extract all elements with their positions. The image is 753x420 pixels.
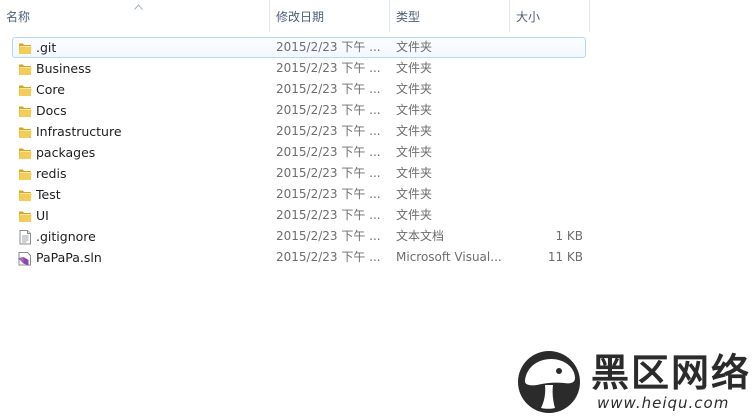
file-name: Core (36, 82, 65, 97)
file-name: .gitignore (36, 229, 96, 244)
visual-studio-solution-icon (17, 250, 33, 266)
file-name: .git (36, 40, 57, 55)
file-type: 文件夹 (396, 208, 433, 222)
file-row[interactable]: Docs 2015/2/23 下午 ... 文件夹 (12, 100, 586, 121)
file-type: 文本文档 (396, 229, 445, 243)
folder-icon (17, 82, 33, 98)
file-name: PaPaPa.sln (36, 250, 102, 265)
file-row[interactable]: Test 2015/2/23 下午 ... 文件夹 (12, 184, 586, 205)
file-name: Infrastructure (36, 124, 122, 139)
file-size: 11 KB (547, 250, 583, 264)
column-header-type[interactable]: 类型 (390, 0, 510, 32)
file-modified-date: 2015/2/23 下午 ... (276, 187, 381, 201)
file-row[interactable]: .git 2015/2/23 下午 ... 文件夹 (12, 37, 586, 58)
column-header-size[interactable]: 大小 (510, 0, 590, 32)
column-header-bar: 名称 修改日期 类型 大小 (0, 0, 753, 32)
mushroom-logo-icon (518, 351, 580, 413)
folder-icon (17, 124, 33, 140)
file-row[interactable]: Infrastructure 2015/2/23 下午 ... 文件夹 (12, 121, 586, 142)
folder-icon (17, 145, 33, 161)
watermark-chinese-text: 黑区网络 (591, 351, 752, 395)
file-type: 文件夹 (396, 187, 433, 201)
file-modified-date: 2015/2/23 下午 ... (276, 40, 381, 54)
file-name: Docs (36, 103, 67, 118)
file-modified-date: 2015/2/23 下午 ... (276, 82, 381, 96)
folder-icon (17, 187, 33, 203)
file-type: 文件夹 (396, 145, 433, 159)
file-type: 文件夹 (396, 103, 433, 117)
folder-icon (17, 61, 33, 77)
file-type: Microsoft Visual... (396, 250, 502, 264)
file-row[interactable]: Core 2015/2/23 下午 ... 文件夹 (12, 79, 586, 100)
column-header-date-label: 修改日期 (276, 10, 325, 24)
file-modified-date: 2015/2/23 下午 ... (276, 229, 381, 243)
file-type: 文件夹 (396, 40, 433, 54)
file-size: 1 KB (555, 229, 583, 243)
folder-icon (17, 40, 33, 56)
file-size (511, 206, 583, 225)
file-size (511, 164, 583, 183)
file-row[interactable]: UI 2015/2/23 下午 ... 文件夹 (12, 205, 586, 226)
file-row[interactable]: redis 2015/2/23 下午 ... 文件夹 (12, 163, 586, 184)
file-row[interactable]: .gitignore 2015/2/23 下午 ... 文本文档 1 KB (12, 226, 586, 247)
file-modified-date: 2015/2/23 下午 ... (276, 145, 381, 159)
column-header-type-label: 类型 (396, 10, 421, 24)
file-modified-date: 2015/2/23 下午 ... (276, 166, 381, 180)
file-modified-date: 2015/2/23 下午 ... (276, 208, 381, 222)
file-size (511, 59, 583, 78)
file-size (511, 122, 583, 141)
file-name: redis (36, 166, 67, 181)
file-size (511, 143, 583, 162)
column-header-size-label: 大小 (516, 10, 541, 24)
file-type: 文件夹 (396, 124, 433, 138)
file-row[interactable]: PaPaPa.sln 2015/2/23 下午 ... Microsoft Visu… (12, 247, 586, 268)
file-modified-date: 2015/2/23 下午 ... (276, 61, 381, 75)
file-modified-date: 2015/2/23 下午 ... (276, 250, 381, 264)
sort-ascending-icon (134, 4, 143, 10)
watermark-url: www.heiqu.com (597, 394, 730, 412)
folder-icon (17, 166, 33, 182)
file-size (511, 185, 583, 204)
file-name: UI (36, 208, 49, 223)
file-row[interactable]: packages 2015/2/23 下午 ... 文件夹 (12, 142, 586, 163)
column-header-name-label: 名称 (6, 10, 31, 24)
file-name: packages (36, 145, 96, 160)
folder-icon (17, 208, 33, 224)
file-name: Test (36, 187, 61, 202)
file-type: 文件夹 (396, 61, 433, 75)
file-modified-date: 2015/2/23 下午 ... (276, 103, 381, 117)
file-type: 文件夹 (396, 166, 433, 180)
file-size (511, 101, 583, 120)
folder-icon (17, 103, 33, 119)
file-row[interactable]: Business 2015/2/23 下午 ... 文件夹 (12, 58, 586, 79)
column-header-name[interactable]: 名称 (0, 0, 270, 32)
file-size (511, 80, 583, 99)
watermark: 黑区网络 www.heiqu.com (515, 350, 753, 420)
file-size (511, 38, 583, 57)
file-modified-date: 2015/2/23 下午 ... (276, 124, 381, 138)
file-type: 文件夹 (396, 82, 433, 96)
text-document-icon (17, 229, 33, 245)
file-name: Business (36, 61, 92, 76)
column-header-date[interactable]: 修改日期 (270, 0, 390, 32)
